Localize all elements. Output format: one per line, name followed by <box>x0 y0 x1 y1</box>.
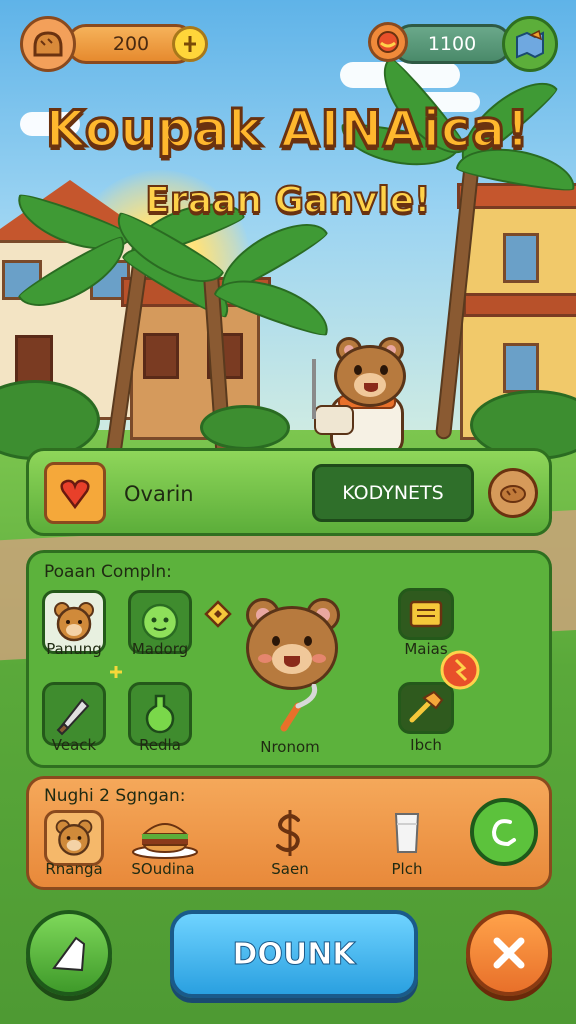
dounk-button-label: DOUNK <box>232 936 356 972</box>
ingredient-item-soudina[interactable] <box>130 812 200 860</box>
refresh-icon <box>491 819 516 846</box>
center-item-label: Nronom <box>260 738 320 756</box>
ingredient-item-label: Plch <box>391 860 423 878</box>
plus-connector-icon <box>108 664 124 684</box>
ingredient-item-rnanga[interactable] <box>44 810 104 866</box>
recipe-item-maias[interactable] <box>398 588 454 640</box>
recipe-item-label: Veack <box>51 736 97 754</box>
close-button[interactable] <box>466 910 552 996</box>
ingredient-item-saen[interactable] <box>266 808 314 858</box>
recipe-item-label: Madorg <box>131 640 189 658</box>
refresh-button[interactable] <box>470 798 538 866</box>
ingredient-item-label: SOudina <box>131 860 195 878</box>
dollar-coin-icon <box>276 810 300 856</box>
game-subtitle: Eraan Ganvle! <box>144 179 431 222</box>
diamond-connector-icon <box>204 600 232 632</box>
bread-loaf-icon[interactable] <box>488 468 538 518</box>
flag-button[interactable] <box>26 910 112 996</box>
hud-food-value: 1100 <box>427 33 477 55</box>
game-title: Koupak AINAica! <box>44 99 531 160</box>
flag-icon <box>52 936 86 972</box>
alert-badge-icon <box>438 648 482 696</box>
hud-food-counter: 1100 <box>392 24 512 64</box>
close-icon <box>493 937 525 969</box>
bread-icon <box>20 16 76 72</box>
recipe-item-label: Panung <box>46 640 102 658</box>
bear-face-icon <box>55 819 93 856</box>
ingredient-item-plch[interactable] <box>392 810 422 856</box>
kodynets-button[interactable]: KODYNETS <box>312 464 474 522</box>
food-bowl-icon <box>368 22 408 62</box>
knife-icon <box>56 698 90 736</box>
hud-bread-value: 200 <box>112 33 150 55</box>
recipe-panel-heading: Poaan Compln: <box>44 562 172 582</box>
dounk-button[interactable]: DOUNK <box>170 910 418 998</box>
recipe-item-label: Ibch <box>410 736 442 754</box>
map-icon[interactable] <box>502 16 558 72</box>
ingredients-panel-heading: Nughi 2 Sgngan: <box>44 786 186 806</box>
book-icon <box>409 600 443 628</box>
ingredient-item-label: Rnanga <box>45 860 103 878</box>
green-slime-icon <box>141 603 179 641</box>
bush <box>200 405 290 450</box>
bear-face-icon <box>54 602 94 642</box>
kodynets-button-label: KODYNETS <box>342 482 444 504</box>
milk-glass-icon <box>394 813 420 853</box>
plus-coin-icon[interactable] <box>172 26 208 62</box>
top-panel-label: Ovarin <box>124 482 194 506</box>
heart-map-icon[interactable] <box>44 462 106 524</box>
ingredient-item-label: Saen <box>271 860 309 878</box>
recipe-item-label: Redla <box>139 736 181 754</box>
burger-icon <box>132 823 198 859</box>
green-potion-icon <box>145 694 175 734</box>
